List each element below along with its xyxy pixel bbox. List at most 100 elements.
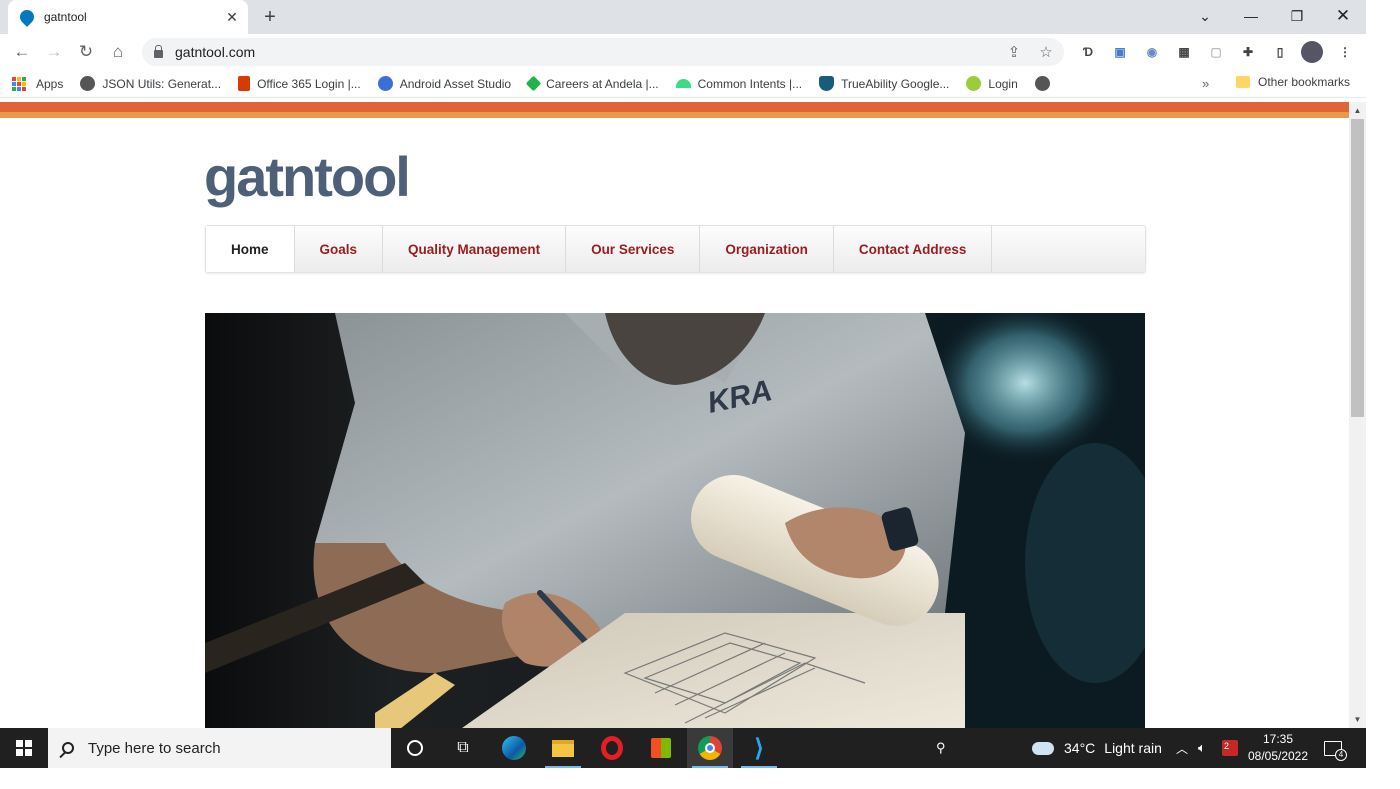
reload-icon[interactable]: ↻ [72, 38, 100, 66]
cloud-rain-icon [1032, 741, 1054, 755]
new-tab-button[interactable]: + [258, 5, 282, 29]
tray-overflow-chevron-icon[interactable]: ︿ [1176, 728, 1188, 768]
bookmarks-overflow-chevron-icon[interactable]: » [1202, 76, 1209, 91]
bookmark-label: Careers at Andela |... [546, 76, 659, 91]
search-icon [62, 742, 74, 754]
screen: gatntool ✕ + ⌄ — ❐ ✕ ← → ↻ ⌂ gatntool.co… [0, 0, 1366, 768]
nav-goals[interactable]: Goals [295, 226, 384, 272]
system-clock[interactable]: 17:35 08/05/2022 [1240, 731, 1316, 765]
bookmark-json-utils[interactable]: JSON Utils: Generat... [80, 76, 221, 91]
taskbar-search-box[interactable]: Type here to search [48, 728, 391, 768]
bookmark-office-365[interactable]: Office 365 Login |... [238, 76, 361, 91]
tab-title: gatntool [44, 10, 87, 24]
folder-icon [1236, 76, 1250, 88]
bookmark-apps[interactable]: Apps [12, 76, 64, 91]
extensions-puzzle-icon[interactable]: ✚ [1238, 42, 1258, 62]
share-icon[interactable]: ⇪ [1004, 42, 1024, 62]
volume-icon[interactable]: 🔈︎ [1198, 728, 1206, 768]
task-view-icon[interactable]: ⧉ [440, 728, 486, 768]
people-icon[interactable]: ⚲ [936, 728, 946, 768]
start-button[interactable] [0, 728, 48, 768]
side-panel-icon[interactable]: ▯ [1270, 42, 1290, 62]
tab-strip: gatntool ✕ + ⌄ — ❐ ✕ [0, 0, 1366, 34]
scrollbar-thumb[interactable] [1351, 119, 1364, 417]
bookmark-star-icon[interactable]: ☆ [1036, 42, 1056, 62]
microsoft-store-icon[interactable] [638, 728, 684, 768]
notification-count: 4 [1335, 748, 1347, 761]
nav-our-services[interactable]: Our Services [566, 226, 701, 272]
site-name[interactable]: gatntool [204, 144, 411, 209]
browser-tab[interactable]: gatntool ✕ [8, 0, 248, 34]
header-stripe-top [0, 102, 1349, 112]
calendar-badge: 2 [1224, 741, 1230, 751]
profile-avatar[interactable] [1301, 41, 1323, 63]
url-text: gatntool.com [175, 44, 256, 60]
drupal-favicon-icon [17, 7, 37, 27]
main-navigation: Home Goals Quality Management Our Servic… [205, 225, 1146, 273]
extension-square-icon[interactable]: ▢ [1206, 42, 1226, 62]
globe-icon [1034, 76, 1050, 91]
extension-box-icon[interactable]: ▣ [1110, 42, 1130, 62]
extension-grid-icon[interactable]: ▦ [1174, 42, 1194, 62]
nav-organization[interactable]: Organization [700, 226, 834, 272]
bookmark-login[interactable]: Login [966, 76, 1018, 91]
android-icon [675, 79, 691, 88]
vscode-icon[interactable]: ⟩ [736, 728, 782, 768]
menu-kebab-icon[interactable]: ⋮ [1335, 42, 1355, 62]
nav-quality-management[interactable]: Quality Management [383, 226, 567, 272]
extension-d-icon[interactable]: Ɗ [1078, 42, 1098, 62]
bookmark-android-asset-studio[interactable]: Android Asset Studio [377, 76, 511, 91]
home-icon[interactable]: ⌂ [104, 38, 132, 66]
windows-logo-icon [16, 740, 32, 756]
edge-icon[interactable] [491, 728, 537, 768]
bookmark-label: Office 365 Login |... [257, 76, 361, 91]
bookmark-untitled[interactable] [1034, 76, 1057, 91]
weather-temp: 34°C [1064, 740, 1096, 756]
extension-circle-icon[interactable]: ◉ [1142, 42, 1162, 62]
scroll-down-icon[interactable]: ▼ [1349, 711, 1366, 728]
bookmark-andela[interactable]: Careers at Andela |... [525, 75, 659, 92]
file-explorer-icon[interactable] [540, 728, 586, 768]
bookmark-label: Login [988, 76, 1018, 91]
other-bookmarks-label: Other bookmarks [1258, 75, 1351, 89]
shield-icon [819, 76, 835, 91]
bookmark-common-intents[interactable]: Common Intents |... [675, 76, 803, 91]
close-window-button[interactable]: ✕ [1320, 0, 1366, 32]
windows-taskbar: Type here to search ⧉ ⟩ ⚲ 34°C Light rai… [0, 728, 1366, 768]
search-placeholder: Type here to search [88, 739, 221, 757]
opera-icon[interactable] [589, 728, 635, 768]
bookmark-label: TrueAbility Google... [841, 76, 950, 91]
bookmark-label: Apps [36, 76, 64, 91]
calendar-app-icon[interactable]: 2 [1222, 728, 1238, 768]
other-bookmarks[interactable]: Other bookmarks [1236, 75, 1350, 89]
address-bar[interactable]: gatntool.com ⇪ ☆ [142, 38, 1064, 66]
forward-arrow-icon[interactable]: → [40, 38, 68, 66]
back-arrow-icon[interactable]: ← [8, 38, 36, 66]
scroll-up-icon[interactable]: ▲ [1349, 102, 1366, 119]
nav-contact-address[interactable]: Contact Address [834, 226, 993, 272]
header-stripe-bottom [0, 112, 1349, 118]
minimize-button[interactable]: — [1228, 0, 1274, 32]
close-tab-icon[interactable]: ✕ [222, 7, 242, 27]
restore-button[interactable]: ❐ [1274, 0, 1320, 32]
bookmark-trueability[interactable]: TrueAbility Google... [819, 76, 949, 91]
page-scrollbar[interactable]: ▲ ▼ [1349, 102, 1366, 728]
chrome-icon[interactable] [687, 728, 733, 768]
apps-grid-icon [12, 76, 26, 91]
office-icon [238, 76, 251, 91]
page-viewport: gatntool Home Goals Quality Management O… [0, 102, 1349, 728]
bookmark-label: Common Intents |... [697, 76, 803, 91]
bookmarks-bar: Apps JSON Utils: Generat... Office 365 L… [0, 70, 1366, 98]
smiley-icon [966, 76, 982, 91]
globe-icon [80, 76, 96, 91]
tab-search-icon[interactable]: ⌄ [1182, 0, 1228, 32]
hero-image: KRA [205, 313, 1145, 728]
nav-home[interactable]: Home [206, 226, 295, 272]
cortana-icon[interactable] [392, 728, 438, 768]
clock-date: 08/05/2022 [1247, 749, 1309, 763]
lock-icon [154, 44, 163, 58]
compass-icon [377, 76, 393, 91]
andela-icon [525, 75, 542, 92]
notifications-icon[interactable]: 4 [1324, 728, 1347, 768]
weather-widget[interactable]: 34°C Light rain [1032, 728, 1162, 768]
